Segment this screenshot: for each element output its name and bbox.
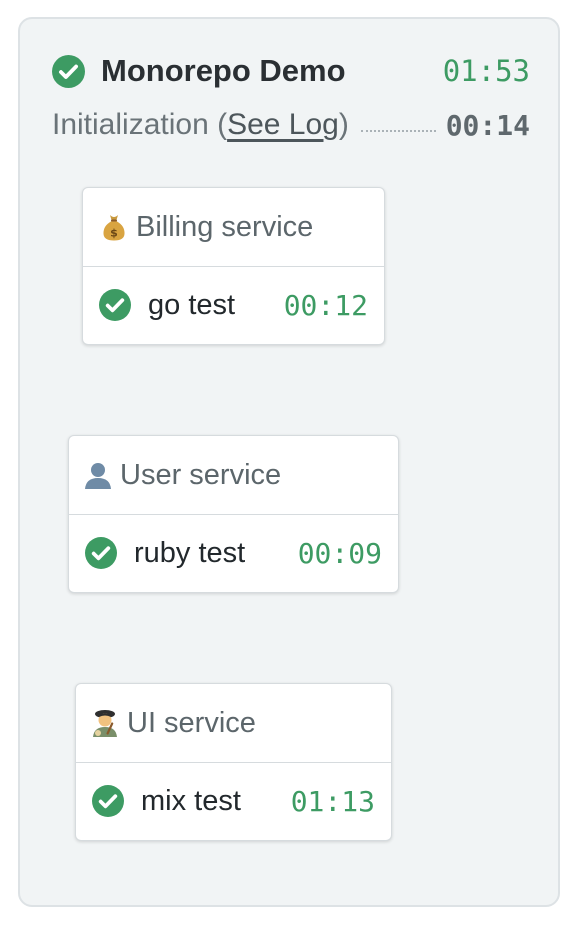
user-silhouette-icon — [83, 460, 113, 490]
block-card-user: User service ruby test 00:09 — [68, 435, 399, 593]
job-duration: 00:09 — [297, 536, 382, 570]
initialization-label-close: ) — [338, 108, 349, 141]
pipeline-header: Monorepo Demo 01:53 — [52, 49, 530, 93]
passed-check-icon — [52, 54, 85, 88]
initialization-duration: 00:14 — [445, 108, 530, 142]
block-name: Billing service — [136, 210, 314, 243]
block-card-billing: $ Billing service go test 00:12 — [82, 187, 385, 345]
job-name[interactable]: mix test — [141, 785, 291, 818]
dotted-leader — [360, 130, 436, 132]
see-log-link[interactable]: See Log — [227, 108, 339, 142]
pipeline-title[interactable]: Monorepo Demo — [101, 53, 443, 89]
svg-text:$: $ — [110, 227, 118, 240]
passed-check-icon — [92, 785, 124, 817]
initialization-label: Initialization ( — [52, 108, 228, 141]
block-name: UI service — [127, 706, 256, 739]
job-duration: 01:13 — [290, 784, 375, 818]
job-row[interactable]: ruby test 00:09 — [69, 515, 398, 591]
block-header: User service — [69, 436, 398, 515]
job-row[interactable]: mix test 01:13 — [76, 763, 391, 839]
money-bag-icon: $ — [101, 212, 127, 242]
block-name: User service — [120, 458, 282, 491]
passed-check-icon — [99, 289, 131, 321]
block-header: $ Billing service — [83, 188, 384, 267]
job-name[interactable]: go test — [148, 289, 284, 322]
block-card-ui: UI service mix test 01:13 — [75, 683, 392, 841]
pipeline-panel: Monorepo Demo 01:53 Initialization (See … — [18, 17, 560, 907]
artist-icon — [90, 708, 120, 738]
initialization-row: Initialization (See Log) 00:14 — [52, 103, 530, 147]
passed-check-icon — [85, 537, 117, 569]
job-row[interactable]: go test 00:12 — [83, 267, 384, 343]
block-header: UI service — [76, 684, 391, 763]
job-name[interactable]: ruby test — [134, 537, 298, 570]
pipeline-duration: 01:53 — [442, 54, 530, 88]
job-duration: 00:12 — [283, 288, 368, 322]
